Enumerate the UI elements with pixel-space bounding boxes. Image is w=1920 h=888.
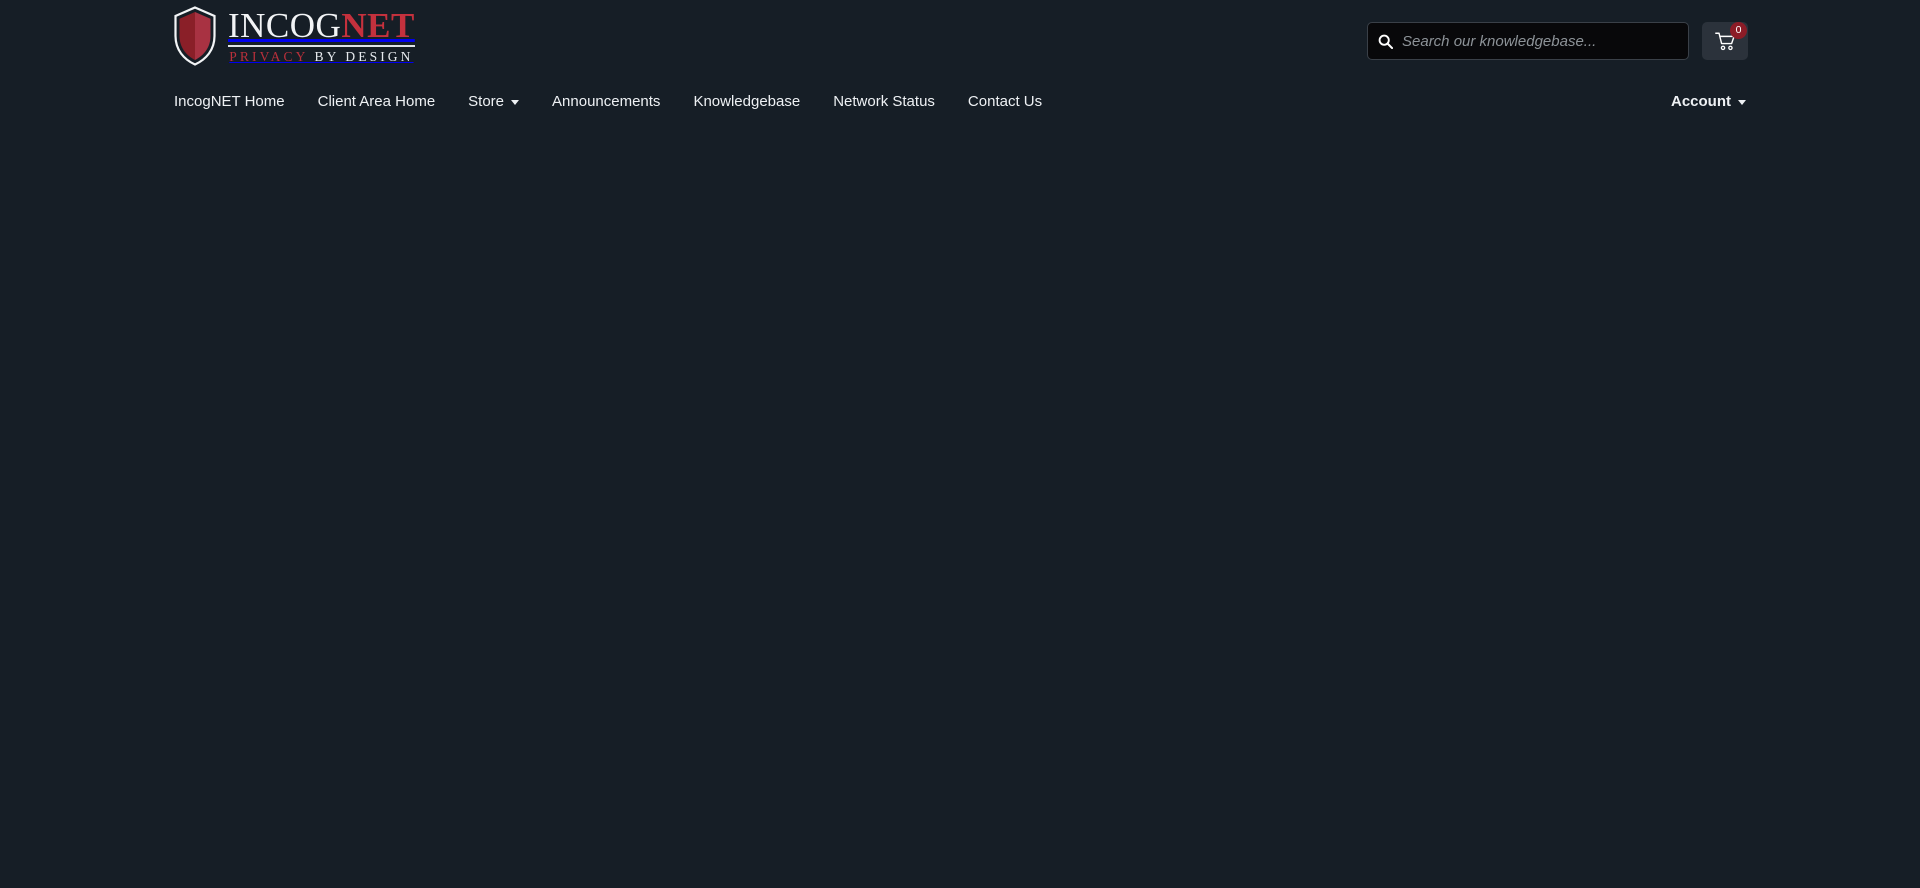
nav-label: Contact Us xyxy=(967,93,1043,110)
nav-item-knowledgebase[interactable]: Knowledgebase xyxy=(693,92,800,112)
knowledgebase-search-box[interactable] xyxy=(1367,22,1689,60)
page-root: INCOGNET PRIVACY BY DESIGN Search our kn… xyxy=(0,0,1920,888)
nav-item-network-status[interactable]: Network Status xyxy=(833,92,935,112)
header-top-bar: INCOGNET PRIVACY BY DESIGN Search our kn… xyxy=(0,0,1920,82)
logo-tagline-bydesign: BY DESIGN xyxy=(314,49,414,64)
logo-word-net: NET xyxy=(341,6,415,45)
main-navigation: IncogNET Home Client Area Home Store Ann… xyxy=(0,82,1920,122)
nav-label: IncogNET Home xyxy=(174,93,285,110)
logo-divider xyxy=(228,45,415,47)
search-input[interactable] xyxy=(1402,23,1688,59)
logo-tagline: PRIVACY BY DESIGN xyxy=(228,50,415,64)
site-logo[interactable]: INCOGNET PRIVACY BY DESIGN xyxy=(172,5,415,67)
nav-account-group: Account xyxy=(1671,82,1746,122)
nav-links-group: IncogNET Home Client Area Home Store Ann… xyxy=(174,82,1042,122)
nav-label: Account xyxy=(1671,93,1731,110)
nav-label: Store xyxy=(468,93,505,110)
nav-label: Announcements xyxy=(552,93,661,110)
chevron-down-icon xyxy=(1738,99,1746,105)
shield-icon xyxy=(174,6,216,66)
chevron-down-icon xyxy=(511,99,520,105)
nav-item-account[interactable]: Account xyxy=(1671,92,1746,112)
nav-label: Knowledgebase xyxy=(693,93,801,110)
search-icon xyxy=(1368,34,1402,49)
cart-item-count-badge: 0 xyxy=(1730,22,1747,39)
nav-item-store[interactable]: Store xyxy=(468,92,520,112)
nav-item-announcements[interactable]: Announcements xyxy=(552,92,660,112)
shopping-cart-button[interactable]: 0 xyxy=(1702,22,1748,60)
logo-tagline-privacy: PRIVACY xyxy=(229,49,308,64)
nav-item-client-area-home[interactable]: Client Area Home xyxy=(318,92,436,112)
logo-wordmark-group: INCOGNET PRIVACY BY DESIGN xyxy=(228,8,415,64)
nav-label: Network Status xyxy=(833,93,935,110)
logo-wordmark: INCOGNET xyxy=(228,8,415,44)
main-content-area xyxy=(0,122,1920,888)
nav-label: Client Area Home xyxy=(317,93,436,110)
nav-item-incognet-home[interactable]: IncogNET Home xyxy=(174,92,285,112)
nav-item-contact-us[interactable]: Contact Us xyxy=(968,92,1042,112)
logo-word-incog: INCOG xyxy=(228,6,342,45)
